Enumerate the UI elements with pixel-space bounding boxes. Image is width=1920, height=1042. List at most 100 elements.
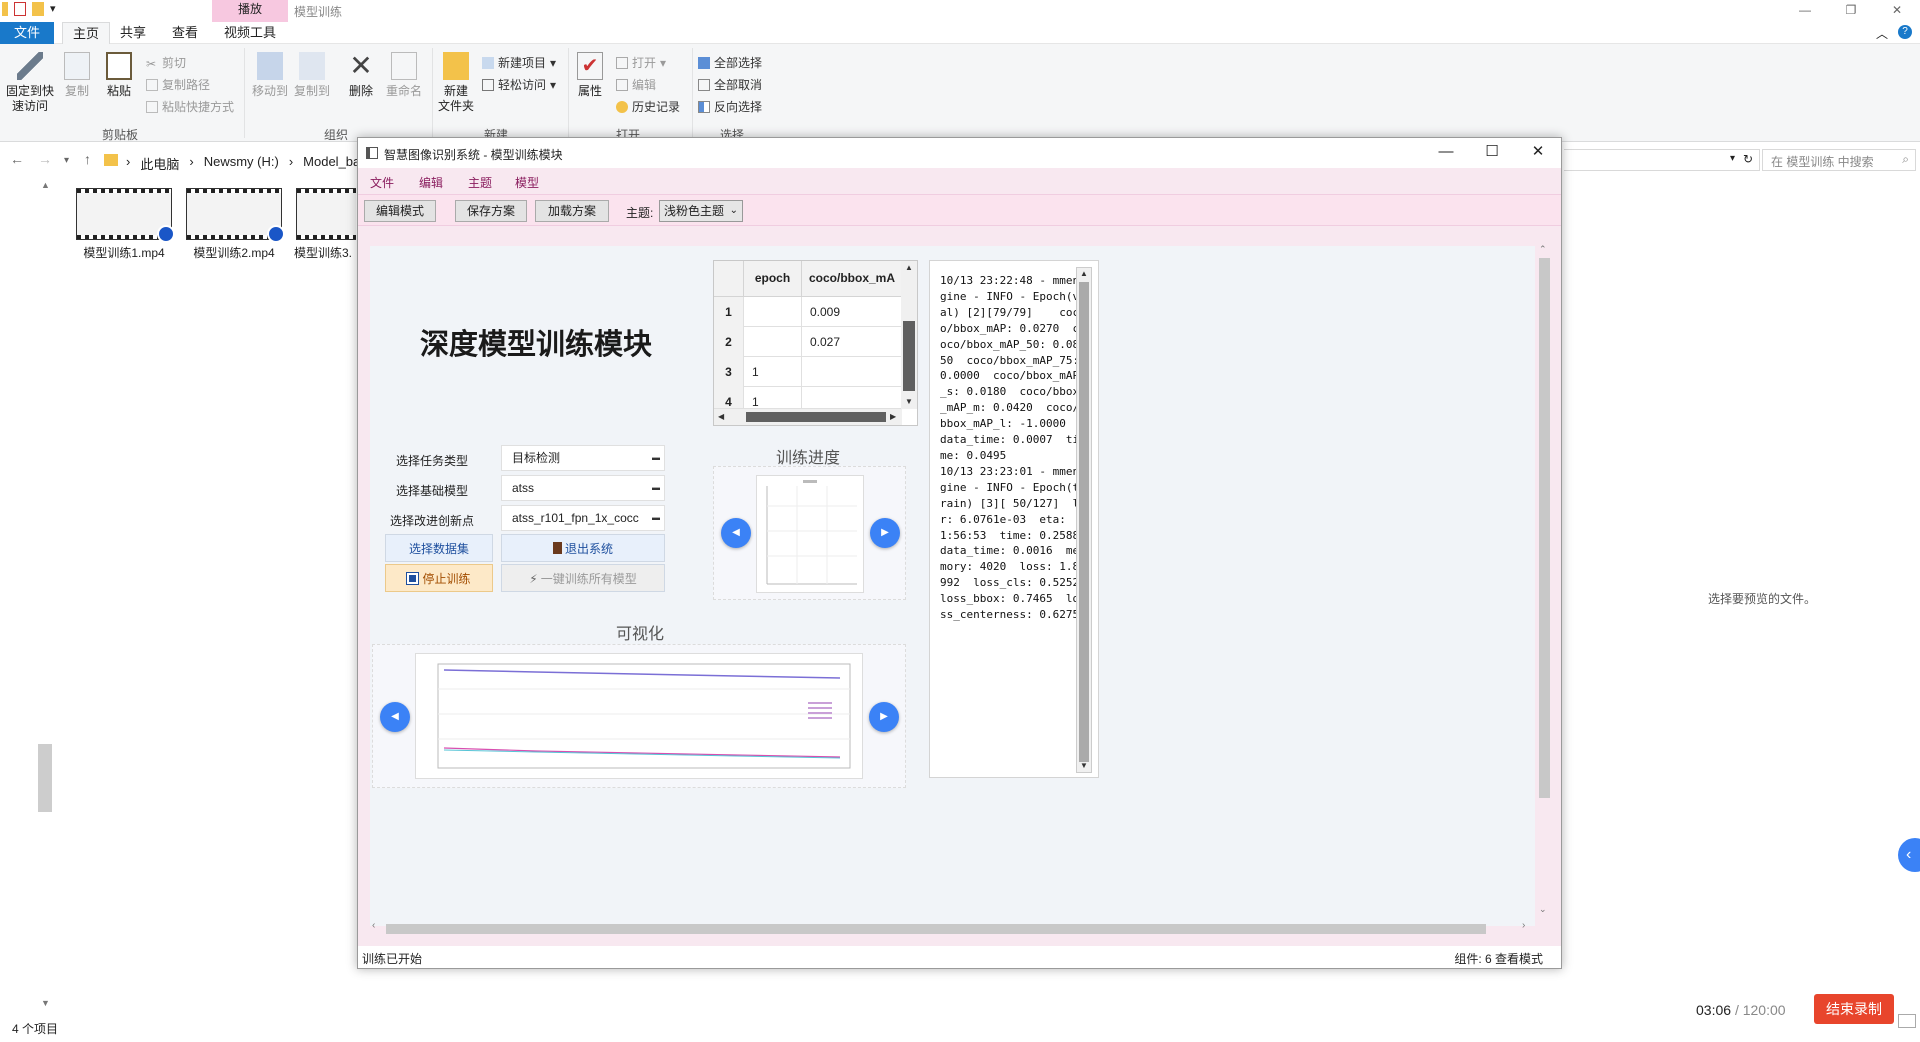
scroll-right-icon[interactable]: ▶ xyxy=(890,412,896,421)
base-model-select[interactable]: atss ▬ xyxy=(501,475,665,501)
app-close-button[interactable]: ✕ xyxy=(1515,138,1561,168)
scroll-thumb[interactable] xyxy=(903,321,915,391)
stop-recording-button[interactable]: 结束录制 xyxy=(1814,994,1894,1024)
cut-button[interactable]: ✂ 剪切 xyxy=(146,54,186,71)
menu-file[interactable]: 文件 xyxy=(370,174,394,191)
table-row[interactable]: 1 0.009 xyxy=(714,297,902,327)
move-to-button[interactable]: 移动到 xyxy=(250,52,290,99)
visual-prev-button[interactable]: ◀ xyxy=(380,702,410,732)
open-button[interactable]: 打开 ▾ xyxy=(616,54,666,71)
scroll-thumb[interactable] xyxy=(1079,282,1089,762)
column-header-map[interactable]: coco/bbox_mA xyxy=(802,261,902,297)
properties-button[interactable]: ✔ 属性 xyxy=(574,52,606,99)
pin-quick-access-button[interactable]: 固定到快 速访问 xyxy=(4,52,56,114)
menu-edit[interactable]: 编辑 xyxy=(419,174,443,191)
side-panel-toggle-icon[interactable]: ‹ xyxy=(1898,838,1920,872)
scroll-left-icon[interactable]: ‹ xyxy=(372,920,375,931)
scroll-right-icon[interactable]: › xyxy=(1522,920,1525,931)
scroll-up-icon[interactable]: ⌃ xyxy=(1539,244,1547,255)
copy-button[interactable]: 复制 xyxy=(62,52,92,99)
qat-dropdown-icon[interactable]: ▾ xyxy=(50,2,58,16)
address-dropdown-icon[interactable]: ▾ xyxy=(1730,153,1735,164)
scroll-up-icon[interactable]: ▲ xyxy=(905,263,913,272)
collapse-ribbon-icon[interactable]: ︿ xyxy=(1876,25,1888,42)
select-dataset-button[interactable]: 选择数据集 xyxy=(385,534,493,562)
scroll-up-icon[interactable]: ▲ xyxy=(1080,269,1088,278)
edit-button[interactable]: 编辑 xyxy=(616,76,656,93)
help-icon[interactable]: ? xyxy=(1898,25,1912,39)
new-folder-icon[interactable] xyxy=(32,2,44,16)
new-item-button[interactable]: 新建项目 ▾ xyxy=(482,54,556,71)
maximize-button[interactable]: ❐ xyxy=(1828,0,1874,22)
paste-button[interactable]: 粘贴 xyxy=(104,52,134,99)
content-vertical-scrollbar[interactable]: ⌃ ⌄ xyxy=(1536,244,1552,920)
file-item[interactable]: 模型训练1.mp4 xyxy=(74,188,175,261)
nav-pane-scrollbar[interactable]: ▲ ▼ xyxy=(38,178,54,1008)
delete-button[interactable]: ✕ 删除 xyxy=(346,52,376,99)
stop-training-button[interactable]: 停止训练 xyxy=(385,564,493,592)
copy-to-button[interactable]: 复制到 xyxy=(292,52,332,99)
menu-theme[interactable]: 主题 xyxy=(468,174,492,191)
breadcrumb-this-pc[interactable]: 此电脑 xyxy=(140,154,179,173)
refresh-icon[interactable]: ↻ xyxy=(1743,152,1753,166)
exit-system-button[interactable]: 退出系统 xyxy=(501,534,665,562)
up-arrow-icon[interactable]: ↑ xyxy=(84,151,91,167)
column-header-epoch[interactable]: epoch xyxy=(744,261,802,297)
scroll-thumb[interactable] xyxy=(746,412,886,422)
forward-arrow-icon[interactable]: → xyxy=(38,151,52,167)
scroll-thumb[interactable] xyxy=(1539,258,1550,798)
theme-select[interactable]: 浅粉色主题 ⌄ xyxy=(659,200,743,222)
recent-dropdown-icon[interactable]: ▾ xyxy=(64,155,69,166)
view-toggle-icon[interactable] xyxy=(1898,1014,1916,1028)
visual-next-button[interactable]: ▶ xyxy=(869,702,899,732)
select-all-button[interactable]: 全部选择 xyxy=(698,54,762,71)
copy-path-button[interactable]: 复制路径 xyxy=(146,76,210,93)
scroll-down-icon[interactable]: ⌄ xyxy=(1539,904,1547,915)
scroll-up-icon[interactable]: ▲ xyxy=(41,180,50,190)
content-horizontal-scrollbar[interactable]: ‹ › xyxy=(370,920,1535,936)
properties-icon[interactable] xyxy=(14,2,26,16)
back-arrow-icon[interactable]: ← xyxy=(10,151,24,167)
scroll-down-icon[interactable]: ▼ xyxy=(905,397,913,406)
app-minimize-button[interactable]: — xyxy=(1423,138,1469,168)
close-button[interactable]: ✕ xyxy=(1874,0,1920,22)
table-row[interactable]: 3 1 xyxy=(714,357,902,387)
rename-button[interactable]: 重命名 xyxy=(384,52,424,99)
scroll-thumb[interactable] xyxy=(386,924,1486,934)
minimize-button[interactable]: — xyxy=(1782,0,1828,22)
edit-mode-button[interactable]: 编辑模式 xyxy=(364,200,436,222)
select-none-button[interactable]: 全部取消 xyxy=(698,76,762,93)
paste-shortcut-button[interactable]: 粘贴快捷方式 xyxy=(146,98,234,115)
easy-access-button[interactable]: 轻松访问 ▾ xyxy=(482,76,556,93)
table-corner[interactable] xyxy=(714,261,744,297)
log-scrollbar[interactable]: ▲ ▼ xyxy=(1076,267,1092,773)
menu-model[interactable]: 模型 xyxy=(515,174,539,191)
table-row[interactable]: 2 0.027 xyxy=(714,327,902,357)
tab-video-tools[interactable]: 视频工具 xyxy=(214,22,286,44)
tab-file[interactable]: 文件 xyxy=(0,22,54,44)
folder-icon[interactable] xyxy=(2,2,8,16)
save-scheme-button[interactable]: 保存方案 xyxy=(455,200,527,222)
table-vertical-scrollbar[interactable]: ▲ ▼ xyxy=(901,261,917,409)
table-row[interactable]: 4 1 xyxy=(714,387,902,409)
scroll-left-icon[interactable]: ◀ xyxy=(718,412,724,421)
invert-selection-button[interactable]: 反向选择 xyxy=(698,98,762,115)
search-input[interactable]: 在 模型训练 中搜索 ⌕ xyxy=(1762,149,1916,171)
address-field-tail[interactable]: ▾ ↻ xyxy=(1564,149,1760,171)
progress-prev-button[interactable]: ◀ xyxy=(721,518,751,548)
file-item[interactable]: 模型训练2.mp4 xyxy=(184,188,285,261)
scroll-down-icon[interactable]: ▼ xyxy=(41,998,50,1008)
breadcrumb-drive[interactable]: Newsmy (H:) xyxy=(204,154,279,173)
progress-next-button[interactable]: ▶ xyxy=(870,518,900,548)
load-scheme-button[interactable]: 加载方案 xyxy=(535,200,609,222)
context-tab-play[interactable]: 播放 xyxy=(212,0,288,22)
table-horizontal-scrollbar[interactable]: ◀ ▶ xyxy=(714,409,902,425)
scroll-down-icon[interactable]: ▼ xyxy=(1080,761,1088,770)
app-maximize-button[interactable]: ☐ xyxy=(1469,138,1515,168)
train-all-models-button[interactable]: ⚡ 一键训练所有模型 xyxy=(501,564,665,592)
tab-view[interactable]: 查看 xyxy=(162,22,208,44)
history-button[interactable]: 历史记录 xyxy=(616,98,680,115)
checkpoint-select[interactable]: atss_r101_fpn_1x_cocc ▬ xyxy=(501,505,665,531)
file-item[interactable]: 模型训练3. xyxy=(294,188,356,261)
task-type-select[interactable]: 目标检测 ▬ xyxy=(501,445,665,471)
